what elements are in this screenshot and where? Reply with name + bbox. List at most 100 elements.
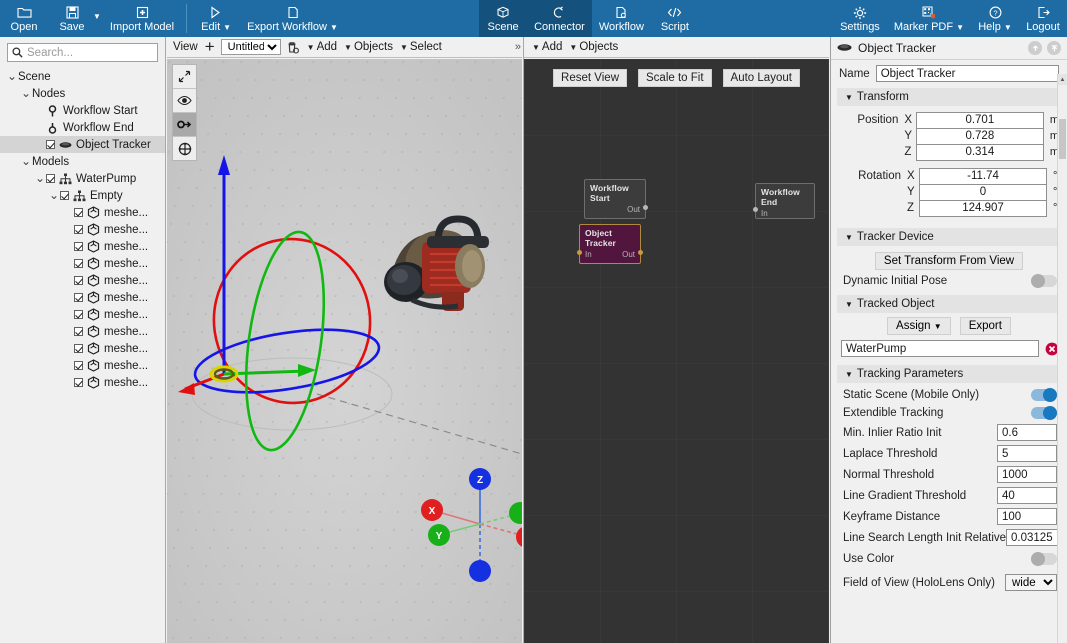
tree-item-waterpump[interactable]: ⌄ WaterPump (0, 170, 165, 187)
position-z-input[interactable] (915, 143, 1044, 161)
workflow-canvas[interactable]: Reset View Scale to Fit Auto Layout Work… (524, 59, 829, 643)
tree-item-object-tracker[interactable]: Object Tracker (0, 136, 165, 153)
node-object-tracker[interactable]: Object Tracker In Out (577, 224, 643, 264)
section-tracked-object[interactable]: ▼ Tracked Object (837, 295, 1061, 313)
tab-script[interactable]: Script (651, 0, 699, 37)
export-workflow-button[interactable]: Export Workflow ▼ (240, 0, 345, 37)
section-tracking-parameters[interactable]: ▼ Tracking Parameters (837, 365, 1061, 383)
chevron-down-icon[interactable]: ⌄ (20, 87, 32, 99)
tree-item-checkbox[interactable] (74, 225, 83, 234)
node-in-port[interactable] (577, 250, 582, 255)
chevron-down-icon[interactable]: ⌄ (20, 155, 32, 167)
search-box[interactable] (7, 43, 181, 62)
set-transform-from-view-button[interactable]: Set Transform From View (874, 252, 1024, 270)
workflow-objects-menu[interactable]: Objects (579, 41, 618, 53)
move-all-tool-button[interactable] (173, 137, 196, 160)
viewport-select-menu[interactable]: Select (410, 41, 442, 53)
viewport-objects-menu[interactable]: Objects (354, 41, 393, 53)
param-input[interactable] (997, 424, 1057, 441)
import-model-button[interactable]: Import Model (103, 0, 181, 37)
tree-item-checkbox[interactable] (74, 208, 83, 217)
scroll-up-icon[interactable]: ▲ (1058, 74, 1067, 85)
rotation-y-input[interactable] (919, 183, 1047, 201)
tree-item-checkbox[interactable] (74, 259, 83, 268)
add-caret-icon[interactable]: ▼ (307, 43, 315, 52)
dynamic-initial-pose-toggle[interactable] (1031, 274, 1057, 288)
tree-item-meshe[interactable]: meshe... (0, 323, 165, 340)
viewport-canvas[interactable]: Z X Y (167, 59, 522, 643)
tab-scene[interactable]: Scene (479, 0, 528, 37)
tree-item-checkbox[interactable] (74, 276, 83, 285)
tree-item-checkbox[interactable] (74, 378, 83, 387)
open-button[interactable]: Open (0, 0, 48, 37)
tree-item-meshe[interactable]: meshe... (0, 340, 165, 357)
scrollbar-thumb[interactable] (1059, 119, 1066, 159)
tree-item-workflow-end[interactable]: Workflow End (0, 119, 165, 136)
delete-view-icon[interactable] (287, 41, 299, 54)
view-preset-select[interactable]: Untitled (220, 39, 281, 55)
tree-item-checkbox[interactable] (46, 174, 55, 183)
add-view-button[interactable]: + (205, 38, 215, 55)
chevron-down-icon[interactable]: ⌄ (6, 70, 18, 82)
tree-item-checkbox[interactable] (74, 242, 83, 251)
properties-scrollbar[interactable]: ▲ ▼ (1057, 74, 1067, 643)
expand-tool-button[interactable] (173, 65, 196, 89)
translate-tool-button[interactable] (173, 113, 196, 137)
eye-tool-button[interactable] (173, 89, 196, 113)
tree-item-nodes[interactable]: ⌄ Nodes (0, 85, 165, 102)
node-in-port[interactable] (753, 207, 758, 212)
assign-button[interactable]: Assign ▼ (887, 317, 951, 335)
tree-item-checkbox[interactable] (74, 361, 83, 370)
chevron-down-icon[interactable]: ⌄ (34, 172, 46, 184)
tree-item-checkbox[interactable] (74, 310, 83, 319)
marker-pdf-button[interactable]: Marker PDF ▼ (887, 0, 971, 37)
static-scene-toggle[interactable] (1031, 388, 1057, 402)
save-button[interactable]: Save (48, 0, 96, 37)
tree-item-workflow-start[interactable]: Workflow Start (0, 102, 165, 119)
rotation-x-input[interactable] (919, 167, 1047, 185)
tree-item-checkbox[interactable] (74, 344, 83, 353)
edit-button[interactable]: Edit ▼ (192, 0, 240, 37)
param-input[interactable] (997, 487, 1057, 504)
section-tracker-device[interactable]: ▼ Tracker Device (837, 228, 1061, 246)
tree-item-checkbox[interactable] (74, 293, 83, 302)
tree-item-checkbox[interactable] (60, 191, 69, 200)
tree-item-scene[interactable]: ⌄ Scene (0, 68, 165, 85)
tree-item-empty[interactable]: ⌄ Empty (0, 187, 165, 204)
rotation-z-input[interactable] (919, 199, 1047, 217)
node-out-port[interactable] (643, 205, 648, 210)
tree-item-meshe[interactable]: meshe... (0, 204, 165, 221)
tracked-object-input[interactable] (841, 340, 1039, 357)
node-workflow-end[interactable]: Workflow End In (753, 183, 815, 219)
tree-item-meshe[interactable]: meshe... (0, 255, 165, 272)
expand-all-icon[interactable] (1047, 41, 1061, 55)
tree-item-checkbox[interactable] (74, 327, 83, 336)
settings-button[interactable]: Settings (833, 0, 887, 37)
tree-item-meshe[interactable]: meshe... (0, 374, 165, 391)
tree-item-meshe[interactable]: meshe... (0, 289, 165, 306)
position-y-input[interactable] (915, 127, 1044, 145)
search-input[interactable] (27, 46, 181, 59)
logout-button[interactable]: Logout (1019, 0, 1067, 37)
help-button[interactable]: ? Help ▼ (971, 0, 1019, 37)
name-input[interactable] (875, 65, 1059, 82)
position-x-input[interactable] (915, 111, 1044, 129)
tree-item-models[interactable]: ⌄ Models (0, 153, 165, 170)
param-input[interactable] (997, 445, 1057, 462)
workflow-add-menu[interactable]: Add (542, 41, 562, 53)
extendible-tracking-toggle[interactable] (1031, 406, 1057, 420)
tree-item-meshe[interactable]: meshe... (0, 306, 165, 323)
field-of-view-select[interactable]: wide (1005, 574, 1057, 591)
auto-layout-button[interactable]: Auto Layout (722, 69, 800, 87)
export-button[interactable]: Export (959, 317, 1011, 335)
viewport-overflow-button[interactable]: » (515, 41, 521, 53)
tab-workflow[interactable]: Workflow (592, 0, 651, 37)
tab-connector[interactable]: Connector (527, 0, 592, 37)
param-input[interactable] (997, 508, 1057, 525)
tree-item-meshe[interactable]: meshe... (0, 238, 165, 255)
viewport-add-menu[interactable]: Add (317, 41, 337, 53)
chevron-down-icon[interactable]: ⌄ (48, 189, 60, 201)
node-workflow-start[interactable]: Workflow Start Out (584, 179, 648, 219)
select-caret-icon[interactable]: ▼ (400, 43, 408, 52)
tree-item-checkbox[interactable] (46, 140, 55, 149)
